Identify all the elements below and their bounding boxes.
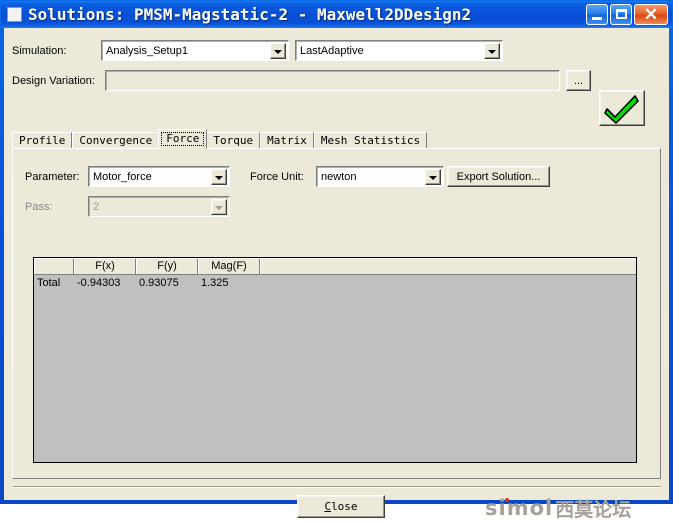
- minimize-icon: [592, 17, 602, 20]
- table-header-cell[interactable]: [260, 258, 636, 274]
- force-unit-label: Force Unit:: [250, 171, 304, 183]
- watermark-dot-icon: [505, 498, 509, 502]
- pass-value: 2: [93, 200, 100, 213]
- table-row[interactable]: Total -0.94303 0.93075 1.325: [34, 275, 636, 291]
- tab-label: Profile: [19, 134, 66, 147]
- tab-label: Mesh Statistics: [320, 134, 421, 147]
- table-header-cell[interactable]: [34, 258, 74, 274]
- tab-label: Force: [166, 132, 200, 145]
- apply-variation-button[interactable]: [599, 90, 645, 126]
- simulation-solution-combo[interactable]: LastAdaptive: [295, 40, 503, 61]
- pass-combo: 2: [88, 196, 230, 217]
- tab-label: Torque: [213, 134, 254, 147]
- chevron-down-icon: [211, 198, 227, 215]
- maximize-button[interactable]: [610, 4, 632, 25]
- watermark-chinese: 西莫论坛: [555, 498, 632, 521]
- force-unit-combo[interactable]: newton: [316, 166, 444, 187]
- green-check-icon: [604, 95, 639, 124]
- title-bar[interactable]: Solutions: PMSM-Magstatic-2 - Maxwell2DD…: [1, 1, 672, 28]
- parameter-value: Motor_force: [93, 170, 152, 183]
- force-unit-value: newton: [321, 170, 357, 183]
- simulation-setup-value: Analysis_Setup1: [106, 44, 188, 57]
- table-header-row: F(x) F(y) Mag(F): [34, 258, 636, 275]
- simulation-setup-combo[interactable]: Analysis_Setup1: [101, 40, 289, 61]
- close-window-button[interactable]: ✕: [634, 4, 668, 25]
- simulation-solution-value: LastAdaptive: [300, 44, 364, 57]
- tab-force[interactable]: Force: [158, 129, 208, 149]
- chevron-down-icon[interactable]: [425, 168, 441, 185]
- close-button-label: lose: [331, 500, 358, 513]
- watermark-brand-text: simol: [485, 496, 554, 520]
- close-button-accel: C: [324, 500, 332, 513]
- watermark: simol 西莫论坛: [485, 495, 657, 521]
- browse-button[interactable]: ...: [566, 70, 591, 91]
- parameter-label: Parameter:: [25, 171, 80, 183]
- dialog-client-area: Simulation: Analysis_Setup1 LastAdaptive…: [4, 28, 669, 521]
- chevron-down-icon[interactable]: [211, 168, 227, 185]
- window-square-icon: [7, 7, 22, 22]
- table-header-cell[interactable]: Mag(F): [198, 258, 260, 274]
- design-variation-label: Design Variation:: [12, 75, 95, 87]
- simulation-label: Simulation:: [12, 45, 67, 57]
- table-cell-name: Total: [37, 277, 61, 289]
- window-title: Solutions: PMSM-Magstatic-2 - Maxwell2DD…: [28, 5, 472, 24]
- table-cell-fy: 0.93075: [139, 277, 179, 289]
- watermark-brand: simol: [485, 496, 553, 520]
- chevron-down-icon[interactable]: [270, 42, 286, 59]
- tab-label: Matrix: [267, 134, 307, 147]
- close-icon: ✕: [643, 5, 659, 24]
- export-solution-button[interactable]: Export Solution...: [447, 166, 550, 187]
- dialog-window: Solutions: PMSM-Magstatic-2 - Maxwell2DD…: [0, 0, 673, 521]
- chevron-down-icon[interactable]: [484, 42, 500, 59]
- footer-divider: [13, 486, 661, 488]
- tab-strip: Profile Convergence Force Torque Matrix …: [12, 129, 428, 150]
- design-variation-input[interactable]: [105, 70, 560, 91]
- table-cell-mag: 1.325: [201, 277, 229, 289]
- maximize-icon: [616, 9, 627, 19]
- table-cell-fx: -0.94303: [77, 277, 121, 289]
- table-header-cell[interactable]: F(x): [74, 258, 136, 274]
- force-results-table[interactable]: F(x) F(y) Mag(F) Total -0.94303 0.93075 …: [33, 257, 637, 463]
- force-tab-panel: Parameter: Motor_force Force Unit: newto…: [12, 148, 661, 479]
- tab-label: Convergence: [79, 134, 153, 147]
- minimize-button[interactable]: [586, 4, 608, 25]
- parameter-combo[interactable]: Motor_force: [88, 166, 230, 187]
- close-button[interactable]: Close: [297, 495, 385, 518]
- pass-label: Pass:: [25, 201, 53, 213]
- window-controls: ✕: [586, 4, 668, 25]
- table-header-cell[interactable]: F(y): [136, 258, 198, 274]
